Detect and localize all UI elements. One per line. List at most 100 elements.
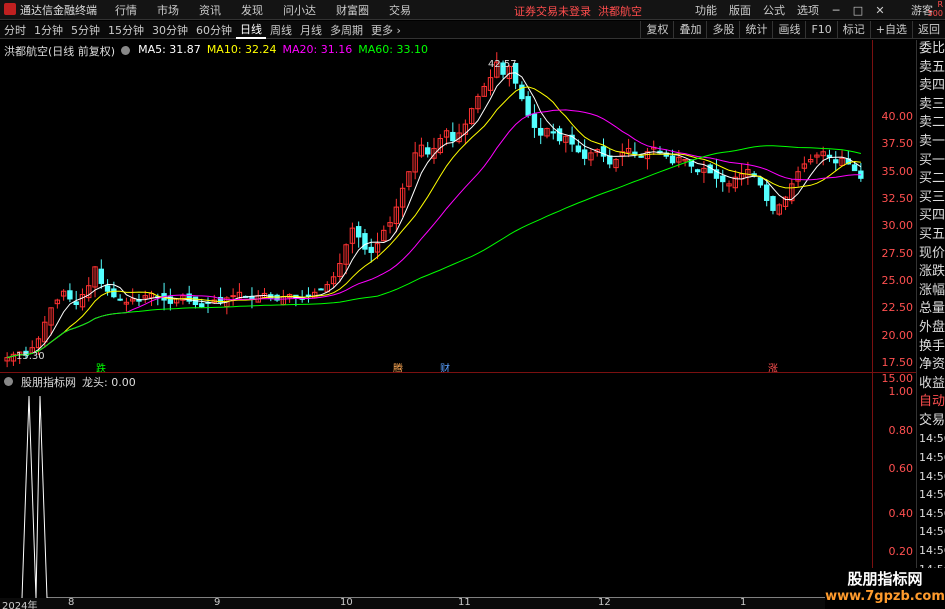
quote-panel-item: 收益 — [919, 375, 945, 391]
quote-panel: 委比 卖五 卖四 卖三 卖二 卖一 买一 买二 买三 买四 买五 现价 涨跌 涨幅 总量 外盘 换手 净资 收益 自动… — [916, 40, 945, 600]
maximize-icon[interactable]: □ — [847, 0, 869, 20]
period-more[interactable]: 更多 › — [367, 22, 405, 38]
ytick: 35.00 — [881, 165, 914, 178]
quote-panel-item: 买五 — [919, 226, 945, 242]
ytick: 37.50 — [881, 137, 914, 150]
add-watchlist-button[interactable]: +自选 — [869, 21, 912, 39]
adjust-button[interactable]: 复权 — [640, 21, 673, 39]
watermark-title: 股朋指标网 — [847, 570, 923, 588]
candle-body — [531, 113, 538, 128]
candle-body — [305, 294, 312, 297]
candle-body — [556, 128, 563, 142]
period-weekly[interactable]: 周线 — [266, 22, 296, 38]
ytick: 27.50 — [881, 247, 914, 260]
menu-item-discover[interactable]: 发现 — [231, 2, 273, 18]
menu-layout[interactable]: 版面 — [723, 2, 757, 18]
candle-body — [694, 169, 701, 173]
ytick: 17.50 — [881, 356, 914, 369]
period-toolbar: 分时 1分钟 5分钟 15分钟 30分钟 60分钟 日线 周线 月线 多周期 更… — [0, 21, 945, 39]
menu-function[interactable]: 功能 — [689, 2, 723, 18]
ma10-line — [6, 86, 861, 359]
ytick: 22.50 — [881, 301, 914, 314]
period-60min[interactable]: 60分钟 — [192, 22, 236, 38]
period-1min[interactable]: 1分钟 — [30, 22, 67, 38]
menu-formula[interactable]: 公式 — [757, 2, 791, 18]
close-icon[interactable]: ✕ — [869, 0, 891, 20]
period-tick[interactable]: 分时 — [0, 22, 30, 38]
ma5-line — [6, 72, 862, 359]
ytick: 0.40 — [888, 507, 914, 520]
legend-toggle-icon[interactable] — [121, 43, 132, 59]
quote-panel-item: 14:56 — [919, 488, 945, 502]
quote-panel-item: 14:56 — [919, 451, 945, 465]
candle-body — [669, 155, 676, 164]
pane-divider[interactable] — [0, 372, 916, 373]
watermark-url: www.7gpzb.com — [825, 589, 945, 604]
candle-body — [833, 159, 839, 164]
indicator-chart[interactable] — [0, 386, 872, 598]
quote-panel-item: 外盘 — [919, 319, 945, 335]
period-monthly[interactable]: 月线 — [296, 22, 326, 38]
menu-item-news[interactable]: 资讯 — [189, 2, 231, 18]
candle-body — [104, 285, 111, 292]
menu-item-trade[interactable]: 交易 — [379, 2, 421, 18]
candle-body — [425, 147, 431, 155]
quote-panel-item: 14:56 — [919, 432, 945, 446]
candle-body — [757, 177, 764, 186]
stock-name-header: 洪都航空 — [598, 5, 642, 18]
period-5min[interactable]: 5分钟 — [67, 22, 104, 38]
period-daily[interactable]: 日线 — [236, 21, 266, 39]
menu-item-market[interactable]: 市场 — [147, 2, 189, 18]
candle-body — [764, 184, 770, 201]
candle-body — [73, 301, 79, 305]
legend-ma20: MA20: 31.16 — [282, 43, 353, 56]
ytick: 0.60 — [888, 462, 914, 475]
quote-panel-item: 交易 — [919, 412, 945, 428]
ytick: 30.00 — [881, 219, 914, 232]
minimize-icon[interactable]: ─ — [825, 0, 847, 20]
overlay-button[interactable]: 叠加 — [673, 21, 706, 39]
multi-stock-button[interactable]: 多股 — [706, 21, 739, 39]
main-legend: 洪都航空(日线 前复权) MA5: 31.87 MA10: 32.24 MA20… — [4, 43, 428, 59]
quote-panel-item: 涨幅 — [919, 282, 945, 298]
period-15min[interactable]: 15分钟 — [104, 22, 148, 38]
f10-button[interactable]: F10 — [805, 21, 836, 39]
ytick: 32.50 — [881, 192, 914, 205]
quote-panel-item: 买三 — [919, 189, 945, 205]
period-30min[interactable]: 30分钟 — [148, 22, 192, 38]
candle-body — [525, 96, 531, 116]
period-multi[interactable]: 多周期 — [326, 22, 367, 38]
high-price-label: 42.57 — [488, 59, 517, 70]
login-warning[interactable]: 证券交易未登录 洪都航空 — [514, 3, 642, 19]
draw-line-button[interactable]: 画线 — [772, 21, 805, 39]
candle-body — [538, 127, 544, 136]
menu-item-quotes[interactable]: 行情 — [105, 2, 147, 18]
ytick: 20.00 — [881, 329, 914, 342]
quote-panel-item: 卖三 — [919, 96, 945, 112]
quote-panel-item: 卖四 — [919, 78, 945, 94]
date-label: 1 — [740, 597, 747, 608]
menu-item-ask[interactable]: 问小达 — [273, 2, 326, 18]
price-axis: 40.00 37.50 35.00 32.50 30.00 27.50 25.0… — [872, 40, 916, 385]
indicator-axis: 1.00 0.80 0.60 0.40 0.20 — [872, 373, 916, 598]
quote-panel-item: 总量 — [919, 301, 945, 317]
candlestick-chart[interactable] — [0, 40, 872, 372]
side-top-r: R — [937, 0, 943, 9]
quote-panel-item: 现价 — [919, 245, 945, 261]
candle-body — [199, 303, 205, 308]
menu-item-wealth[interactable]: 财富圈 — [326, 2, 379, 18]
date-label: 8 — [68, 597, 75, 608]
stats-button[interactable]: 统计 — [739, 21, 772, 39]
quote-panel-item: 换手 — [919, 338, 945, 354]
mark-button[interactable]: 标记 — [836, 21, 870, 39]
quote-panel-item: 卖一 — [919, 133, 945, 149]
candle-body — [550, 131, 556, 134]
ytick: 40.00 — [881, 110, 914, 123]
quote-panel-item: 买二 — [919, 171, 945, 187]
date-label: 12 — [598, 597, 611, 608]
low-price-label: 15.30 — [16, 351, 45, 362]
quote-panel-item: 卖五 — [919, 59, 945, 75]
candle-body — [450, 131, 456, 142]
quote-panel-item: 买四 — [919, 208, 945, 224]
menu-options[interactable]: 选项 — [791, 2, 825, 18]
